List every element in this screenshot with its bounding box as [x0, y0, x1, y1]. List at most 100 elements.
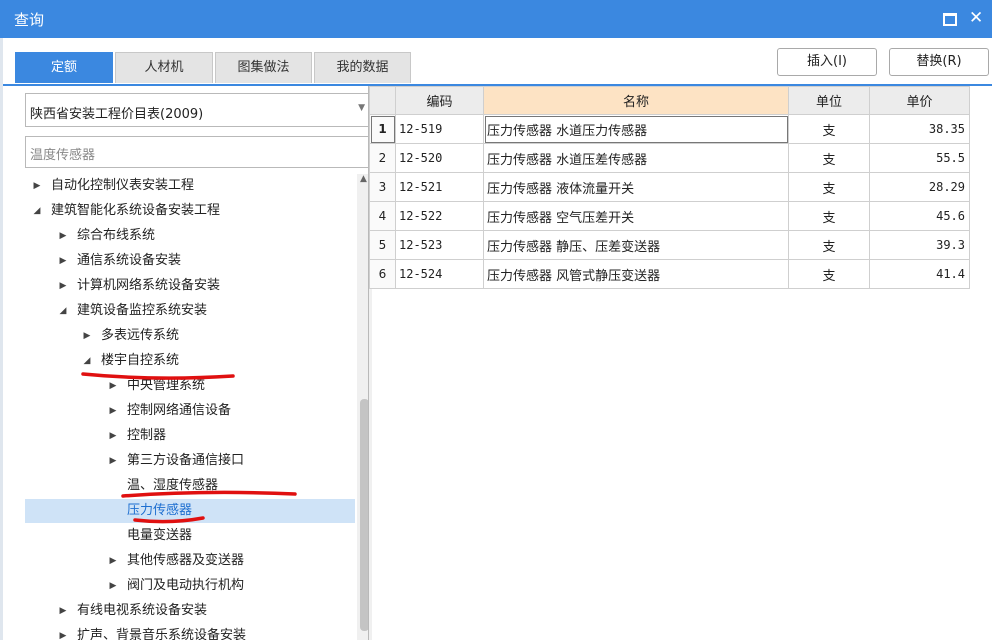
expand-arrow-icon[interactable]: ▶ [107, 549, 119, 573]
cell-unit[interactable]: 支 [788, 172, 870, 202]
catalog-select[interactable]: 陕西省安装工程价目表(2009) ▼ [25, 93, 372, 127]
cell-unit[interactable]: 支 [788, 114, 870, 144]
cell-price[interactable]: 45.6 [869, 201, 970, 231]
table-row[interactable]: 1 12-519 压力传感器 水道压力传感器支 38.35 [369, 114, 970, 144]
tree-node[interactable]: ▶ 控制器 [25, 424, 355, 448]
tree-node[interactable]: ▶ 有线电视系统设备安装 [25, 599, 355, 623]
collapse-arrow-icon[interactable]: ◢ [31, 199, 43, 223]
cell-name[interactable]: 压力传感器 静压、压差变送器 [483, 230, 789, 260]
row-number-header [369, 86, 396, 115]
expand-arrow-icon[interactable]: ▶ [57, 624, 69, 640]
cell-price[interactable]: 39.3 [869, 230, 970, 260]
table-row[interactable]: 4 12-522 压力传感器 空气压差开关支 45.6 [369, 201, 970, 231]
tree-node[interactable]: 电量变送器 [25, 524, 355, 548]
expand-arrow-icon[interactable]: ▶ [107, 424, 119, 448]
table-row[interactable]: 3 12-521 压力传感器 液体流量开关支 28.29 [369, 172, 970, 202]
maximize-icon[interactable] [943, 13, 957, 26]
tree-node[interactable]: ▶ 计算机网络系统设备安装 [25, 274, 355, 298]
tree-node-label: 第三方设备通信接口 [127, 453, 245, 468]
tree-node[interactable]: ◢ 楼宇自控系统 [25, 349, 355, 373]
column-header-unit[interactable]: 单位 [788, 86, 870, 115]
tree-node[interactable]: ◢ 建筑智能化系统设备安装工程 [25, 199, 355, 223]
tree-node[interactable]: ▶ 综合布线系统 [25, 224, 355, 248]
tree-node-label: 其他传感器及变送器 [127, 553, 245, 568]
tree-node[interactable]: ▶ 控制网络通信设备 [25, 399, 355, 423]
column-header-name[interactable]: 名称 [483, 86, 789, 115]
cell-price[interactable]: 38.35 [869, 114, 970, 144]
cell-code[interactable]: 12-523 [395, 230, 484, 260]
table-header-row: 编码 名称 单位 单价 [369, 86, 970, 115]
cell-code[interactable]: 12-520 [395, 143, 484, 173]
tree-node[interactable]: ▶ 其他传感器及变送器 [25, 549, 355, 573]
tab-my-data[interactable]: 我的数据 [314, 52, 411, 83]
cell-code[interactable]: 12-519 [395, 114, 484, 144]
collapse-arrow-icon[interactable]: ◢ [81, 349, 93, 373]
tree-node-label: 温、湿度传感器 [127, 478, 219, 493]
tree-node[interactable]: 温、湿度传感器 [25, 474, 355, 498]
row-number[interactable]: 5 [369, 230, 396, 260]
table-row[interactable]: 6 12-524 压力传感器 风管式静压变送器支 41.4 [369, 259, 970, 289]
cell-name[interactable]: 压力传感器 风管式静压变送器 [483, 259, 789, 289]
cell-price[interactable]: 28.29 [869, 172, 970, 202]
cell-name[interactable]: 压力传感器 水道压差传感器 [483, 143, 789, 173]
window-edge [0, 38, 3, 640]
row-number[interactable]: 3 [369, 172, 396, 202]
left-panel: 陕西省安装工程价目表(2009) ▼ 温度传感器 ▶ 自动化控制仪表安装工程 ◢ 建筑… [15, 86, 372, 640]
cell-code[interactable]: 12-524 [395, 259, 484, 289]
search-input[interactable]: 温度传感器 [25, 136, 372, 168]
expand-arrow-icon[interactable]: ▶ [57, 249, 69, 273]
tree-node[interactable]: 压力传感器 [25, 499, 355, 523]
cell-unit[interactable]: 支 [788, 259, 870, 289]
tree-node[interactable]: ▶ 中央管理系统 [25, 374, 355, 398]
expand-arrow-icon[interactable]: ▶ [57, 599, 69, 623]
row-number[interactable]: 4 [369, 201, 396, 231]
column-header-code[interactable]: 编码 [395, 86, 484, 115]
tree-node-label: 楼宇自控系统 [101, 353, 180, 368]
expand-arrow-icon[interactable]: ▶ [57, 274, 69, 298]
expand-arrow-icon[interactable]: ▶ [31, 174, 43, 198]
tree-node[interactable]: ▶ 阀门及电动执行机构 [25, 574, 355, 598]
tab-atlas[interactable]: 图集做法 [215, 52, 312, 83]
tree-node[interactable]: ▶ 扩声、背景音乐系统设备安装 [25, 624, 355, 640]
cell-unit[interactable]: 支 [788, 201, 870, 231]
cell-unit[interactable]: 支 [788, 143, 870, 173]
close-icon[interactable]: ✕ [969, 8, 983, 28]
row-number[interactable]: 6 [369, 259, 396, 289]
column-header-price[interactable]: 单价 [869, 86, 970, 115]
cell-code[interactable]: 12-522 [395, 201, 484, 231]
cell-price[interactable]: 55.5 [869, 143, 970, 173]
insert-button[interactable]: 插入(I) [777, 48, 877, 76]
title-bar: 查询 ✕ [0, 0, 992, 38]
scroll-up-icon[interactable]: ▲ [360, 174, 367, 184]
cell-price[interactable]: 41.4 [869, 259, 970, 289]
expand-arrow-icon[interactable]: ▶ [107, 574, 119, 598]
tree-node[interactable]: ▶ 自动化控制仪表安装工程 [25, 174, 355, 198]
tree-node-label: 中央管理系统 [127, 378, 206, 393]
expand-arrow-icon[interactable]: ▶ [81, 324, 93, 348]
table-row[interactable]: 2 12-520 压力传感器 水道压差传感器支 55.5 [369, 143, 970, 173]
expand-arrow-icon[interactable]: ▶ [107, 449, 119, 473]
chevron-down-icon[interactable]: ▼ [358, 103, 365, 113]
table-row[interactable]: 5 12-523 压力传感器 静压、压差变送器支 39.3 [369, 230, 970, 260]
row-number[interactable]: 2 [369, 143, 396, 173]
tree-node[interactable]: ▶ 多表远传系统 [25, 324, 355, 348]
tab-materials[interactable]: 人材机 [115, 52, 213, 83]
expand-arrow-icon[interactable]: ▶ [57, 224, 69, 248]
cell-name[interactable]: 压力传感器 液体流量开关 [483, 172, 789, 202]
tab-quota[interactable]: 定额 [15, 52, 113, 83]
cell-name[interactable]: 压力传感器 空气压差开关 [483, 201, 789, 231]
tree-node[interactable]: ▶ 第三方设备通信接口 [25, 449, 355, 473]
cell-unit[interactable]: 支 [788, 230, 870, 260]
tree-node[interactable]: ▶ 通信系统设备安装 [25, 249, 355, 273]
collapse-arrow-icon[interactable]: ◢ [57, 299, 69, 323]
cell-name[interactable]: 压力传感器 水道压力传感器 [483, 114, 789, 144]
expand-arrow-icon[interactable]: ▶ [107, 399, 119, 423]
tree-node-label: 电量变送器 [127, 528, 193, 543]
replace-button[interactable]: 替换(R) [889, 48, 989, 76]
row-number[interactable]: 1 [369, 114, 396, 144]
tree-node-label: 多表远传系统 [101, 328, 180, 343]
tree-node[interactable]: ◢ 建筑设备监控系统安装 [25, 299, 355, 323]
cell-code[interactable]: 12-521 [395, 172, 484, 202]
tree-node-label: 有线电视系统设备安装 [77, 603, 208, 618]
expand-arrow-icon[interactable]: ▶ [107, 374, 119, 398]
